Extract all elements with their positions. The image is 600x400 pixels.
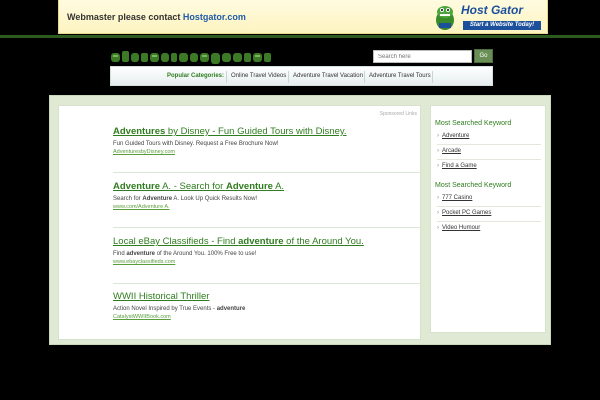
hostgator-tagline: Start a Website Today! (463, 21, 541, 30)
ad-url[interactable]: AdventuresbyDisney.com (113, 149, 421, 155)
category-link-adventure-travel-vacation[interactable]: Adventure Travel Vacation (293, 73, 363, 79)
header-rule (0, 35, 600, 38)
bullet-icon: › (437, 133, 439, 139)
category-bar: Popular Categories: Online Travel Videos… (110, 66, 493, 86)
sidebar-link-pocket-pc-games[interactable]: › Pocket PC Games (437, 210, 543, 216)
ad-divider (113, 227, 421, 228)
keyword-sidebar: Most Searched Keyword › Adventure › Arcade… (430, 105, 546, 333)
sidebar-heading: Most Searched Keyword (435, 120, 512, 127)
sidebar-divider (437, 159, 541, 160)
sidebar-divider (437, 206, 541, 207)
hostgator-logo-text: Host Gator (461, 3, 524, 17)
sidebar-heading: Most Searched Keyword (435, 182, 512, 189)
ad-divider (113, 283, 421, 284)
ad-url[interactable]: CatalystWWIIBook.com (113, 314, 421, 320)
bullet-icon: › (437, 163, 439, 169)
ad-url[interactable]: www.ebayclassifieds.com (113, 259, 421, 265)
bullet-icon: › (437, 148, 439, 154)
ad-listing: Adventure A. - Search for Adventure A. S… (113, 181, 421, 210)
ad-description: Fun Guided Tours with Disney. Request a … (113, 141, 279, 147)
sidebar-divider (437, 221, 541, 222)
category-link-online-travel-videos[interactable]: Online Travel Videos (231, 73, 286, 79)
category-separator (364, 71, 365, 83)
category-link-adventure-travel-tours[interactable]: Adventure Travel Tours (369, 73, 431, 79)
ad-description: Action Novel Inspired by True Events - a… (113, 306, 246, 312)
sidebar-link-video-humour[interactable]: › Video Humour (437, 225, 543, 231)
ad-listing: Adventures by Disney - Fun Guided Tours … (113, 126, 421, 155)
ad-url[interactable]: www.com/Adventure A. (113, 204, 421, 210)
bullet-icon: › (437, 195, 439, 201)
sponsored-listings: Sponsored Links Adventures by Disney - F… (58, 105, 421, 340)
banner-text: Webmaster please contact Hostgator.com (67, 12, 246, 22)
ad-title[interactable]: Local eBay Classifieds - Find adventure … (113, 236, 421, 247)
ad-title[interactable]: WWII Historical Thriller (113, 291, 421, 302)
hostgator-link[interactable]: Hostgator.com (183, 12, 246, 22)
banner-message: Webmaster please contact (67, 12, 181, 22)
sponsored-links-label: Sponsored Links (379, 111, 417, 117)
search-button[interactable]: Go (474, 49, 493, 63)
hostgator-logo[interactable]: Host Gator Start a Website Today! (433, 2, 543, 32)
ad-description: Search for Adventure A. Look Up Quick Re… (113, 196, 258, 202)
sidebar-link-find-a-game[interactable]: › Find a Game (437, 163, 543, 169)
search-input[interactable] (373, 50, 472, 63)
sidebar-divider (437, 144, 541, 145)
sidebar-link-adventure[interactable]: › Adventure (437, 133, 543, 139)
bullet-icon: › (437, 225, 439, 231)
ad-listing: Local eBay Classifieds - Find adventure … (113, 236, 421, 265)
site-logo[interactable] (110, 50, 272, 64)
ad-description: Find adventure of the Around You. 100% F… (113, 251, 257, 257)
content-area: Sponsored Links Adventures by Disney - F… (49, 95, 551, 345)
hosting-banner: Webmaster please contact Hostgator.com H… (58, 0, 548, 34)
ad-title[interactable]: Adventures by Disney - Fun Guided Tours … (113, 126, 421, 137)
bullet-icon: › (437, 210, 439, 216)
category-separator (432, 71, 433, 83)
sidebar-link-arcade[interactable]: › Arcade (437, 148, 543, 154)
popular-categories-label: Popular Categories: (167, 73, 225, 79)
gator-mascot-icon (436, 6, 454, 30)
sidebar-link-777-casino[interactable]: › 777 Casino (437, 195, 543, 201)
ad-divider (113, 172, 421, 173)
category-separator (226, 71, 227, 83)
category-separator (288, 71, 289, 83)
ad-listing: WWII Historical Thriller Action Novel In… (113, 291, 421, 320)
ad-title[interactable]: Adventure A. - Search for Adventure A. (113, 181, 421, 192)
